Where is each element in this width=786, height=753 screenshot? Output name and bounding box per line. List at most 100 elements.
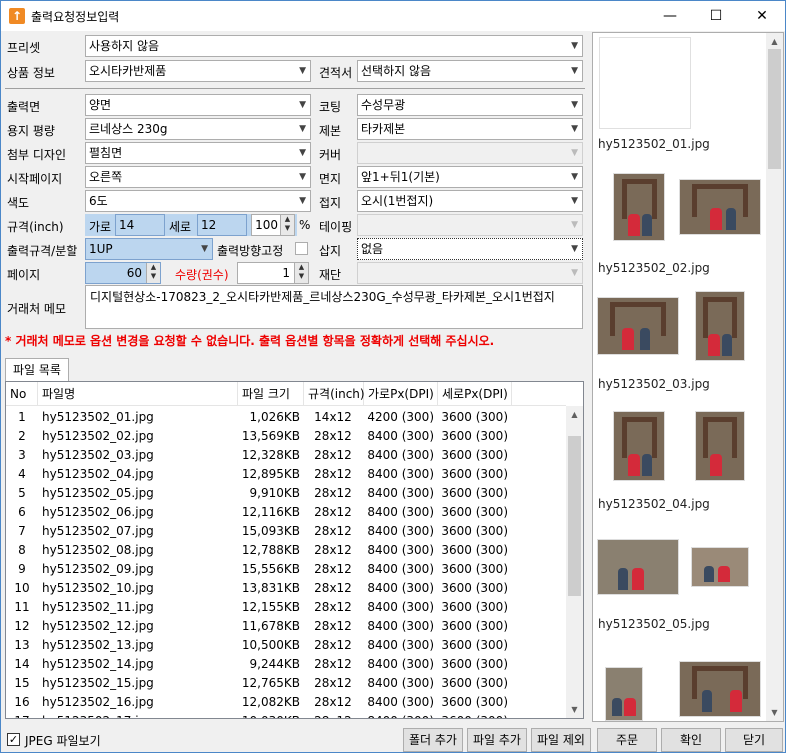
table-row[interactable]: 17 hy5123502_17.jpg10,030KB 28x128400 (300…: [6, 712, 566, 718]
table-row[interactable]: 9 hy5123502_09.jpg 15,556KB 28x12 8400 (300)…: [6, 560, 566, 579]
thumbnail-image[interactable]: [695, 291, 745, 361]
taping-label: 테이핑: [319, 220, 353, 234]
table-cell: 3600 (300): [441, 543, 508, 557]
table-cell: 3600 (300): [441, 657, 508, 671]
scroll-down-icon[interactable]: ▼: [766, 704, 783, 721]
spin-arrows-icon[interactable]: ▲ ▼: [280, 215, 294, 235]
add-folder-button[interactable]: 폴더 추가: [403, 728, 463, 752]
scroll-thumb[interactable]: [568, 436, 581, 596]
table-row[interactable]: 5 hy5123502_05.jpg 9,910KB 28x12 8400 (300) 3…: [6, 484, 566, 503]
scale-stepper[interactable]: 100 ▲ ▼: [251, 214, 295, 236]
column-header[interactable]: 세로Px(DPI): [438, 382, 512, 406]
confirm-button[interactable]: 확인: [661, 728, 721, 752]
scroll-thumb[interactable]: [768, 49, 781, 169]
table-row[interactable]: 8 hy5123502_08.jpg 12,788KB 28x12 8400 (300)…: [6, 541, 566, 560]
orient-fix-checkbox[interactable]: [295, 242, 308, 255]
insert-select[interactable]: 없음 ▼: [357, 238, 583, 260]
thumbnail-preview-panel[interactable]: hy5123502_01.jpg hy5123502_02.jpg hy5123…: [592, 32, 784, 722]
thumbnail-image[interactable]: [613, 411, 665, 481]
table-cell: 17: [8, 712, 36, 718]
column-header[interactable]: 가로Px(DPI): [364, 382, 438, 406]
table-row[interactable]: 10 hy5123502_10.jpg 13,831KB 28x12 8400 (300…: [6, 579, 566, 598]
spin-arrows-icon[interactable]: ▲ ▼: [294, 263, 308, 283]
table-row[interactable]: 4 hy5123502_04.jpg 12,895KB 28x12 8400 (300)…: [6, 465, 566, 484]
endpaper-select[interactable]: 앞1+뒤1(기본) ▼: [357, 166, 583, 188]
warning-text: * 거래처 메모로 옵션 변경을 요청할 수 없습니다. 출력 옵션별 항목을 …: [5, 334, 495, 348]
table-row[interactable]: 6 hy5123502_06.jpg 12,116KB 28x12 8400 (300)…: [6, 503, 566, 522]
taping-select[interactable]: ▼: [357, 214, 583, 236]
thumbnail-image[interactable]: [691, 547, 749, 587]
column-header[interactable]: 파일 크기: [238, 382, 304, 406]
table-row[interactable]: 11 hy5123502_11.jpg 12,155KB 28x12 8400 (300…: [6, 598, 566, 617]
table-cell: 13: [14, 638, 30, 652]
table-cell: 8400 (300): [367, 505, 434, 519]
maximize-button[interactable]: ☐: [693, 1, 739, 31]
scroll-up-icon[interactable]: ▲: [566, 406, 583, 423]
table-cell: 16: [14, 695, 30, 709]
column-header[interactable]: 파일명: [38, 382, 238, 406]
cover-select[interactable]: ▼: [357, 142, 583, 164]
preview-scrollbar[interactable]: ▲ ▼: [766, 33, 783, 721]
scroll-up-icon[interactable]: ▲: [766, 33, 783, 50]
table-row[interactable]: 7 hy5123502_07.jpg 15,093KB 28x12 8400 (300)…: [6, 522, 566, 541]
table-cell: 3600 (300): [441, 467, 508, 481]
tab-file-list[interactable]: 파일 목록: [5, 358, 69, 382]
thumbnail-image[interactable]: [679, 661, 761, 717]
table-row[interactable]: 15 hy5123502_15.jpg 12,765KB 28x12 8400 (300…: [6, 674, 566, 693]
column-header[interactable]: 규격(inch): [304, 382, 365, 406]
table-cell: 1,026KB: [249, 410, 300, 424]
table-row[interactable]: 3 hy5123502_03.jpg 12,328KB 28x12 8400 (300)…: [6, 446, 566, 465]
spin-arrows-icon[interactable]: ▲ ▼: [146, 263, 160, 283]
start-page-select[interactable]: 오른쪽 ▼: [85, 166, 311, 188]
thumbnail-image[interactable]: [599, 37, 691, 129]
preset-select[interactable]: 사용하지 않음 ▼: [85, 35, 583, 57]
jpeg-view-checkbox[interactable]: ✓: [7, 733, 20, 746]
thumbnail-image[interactable]: [597, 297, 679, 355]
scroll-down-icon[interactable]: ▼: [566, 701, 583, 718]
binding-select[interactable]: 타카제본 ▼: [357, 118, 583, 140]
thumbnail-image[interactable]: [605, 667, 643, 721]
memo-textarea[interactable]: 디지털현상소-170823_2_오시타카반제품_르네상스230G_수성무광_타카…: [85, 285, 583, 329]
minimize-button[interactable]: —: [647, 1, 693, 31]
cut-select[interactable]: ▼: [357, 262, 583, 284]
height-input[interactable]: 12: [197, 214, 247, 236]
add-file-button[interactable]: 파일 추가: [467, 728, 527, 752]
table-row[interactable]: 1 hy5123502_01.jpg 1,026KB 14x12 4200 (300) 3…: [6, 408, 566, 427]
thumbnail-image[interactable]: [613, 173, 665, 241]
close-window-button[interactable]: ✕: [739, 1, 785, 31]
quantity-stepper[interactable]: 1 ▲ ▼: [237, 262, 309, 284]
table-row[interactable]: 2 hy5123502_02.jpg 13,569KB 28x12 8400 (300)…: [6, 427, 566, 446]
remove-file-button[interactable]: 파일 제외: [531, 728, 591, 752]
table-cell: 9: [18, 562, 26, 576]
design-label: 첨부 디자인: [7, 148, 67, 162]
window-title: 출력요청정보입력: [31, 10, 120, 24]
output-spec-select[interactable]: 1UP ▼: [85, 238, 213, 260]
paper-select[interactable]: 르네상스 230g ▼: [85, 118, 311, 140]
page-stepper[interactable]: 60 ▲ ▼: [85, 262, 161, 284]
design-select[interactable]: 펼침면 ▼: [85, 142, 311, 164]
table-row[interactable]: 16 hy5123502_16.jpg 12,082KB 28x12 8400 (300…: [6, 693, 566, 712]
width-input[interactable]: 14: [115, 214, 165, 236]
quote-select[interactable]: 선택하지 않음 ▼: [357, 60, 583, 82]
thumbnail-image[interactable]: [695, 411, 745, 481]
thumbnail-image[interactable]: [679, 179, 761, 235]
close-button[interactable]: 닫기: [725, 728, 783, 752]
column-header[interactable]: No: [6, 382, 38, 406]
thumbnail-image[interactable]: [597, 539, 679, 595]
chevron-down-icon: ▼: [571, 172, 578, 182]
coating-select[interactable]: 수성무광 ▼: [357, 94, 583, 116]
orient-fix-label: 출력방향고정: [217, 244, 284, 258]
side-select[interactable]: 양면 ▼: [85, 94, 311, 116]
spec-label: 규격(inch): [7, 220, 64, 234]
table-row[interactable]: 13 hy5123502_13.jpg 10,500KB 28x12 8400 (300…: [6, 636, 566, 655]
table-cell: 8400 (300): [367, 638, 434, 652]
list-scrollbar[interactable]: ▲ ▼: [566, 406, 583, 718]
table-row[interactable]: 12 hy5123502_12.jpg 11,678KB 28x12 8400 (300…: [6, 617, 566, 636]
table-row[interactable]: 14 hy5123502_14.jpg 9,244KB 28x12 8400 (300)…: [6, 655, 566, 674]
table-cell: 2: [18, 429, 26, 443]
fold-select[interactable]: 오시(1번접지) ▼: [357, 190, 583, 212]
order-button[interactable]: 주문: [597, 728, 657, 752]
file-list-table[interactable]: No 파일명 파일 크기 규격(inch) 가로Px(DPI) 세로Px(DPI…: [5, 381, 584, 719]
product-select[interactable]: 오시타카반제품 ▼: [85, 60, 311, 82]
color-select[interactable]: 6도 ▼: [85, 190, 311, 212]
